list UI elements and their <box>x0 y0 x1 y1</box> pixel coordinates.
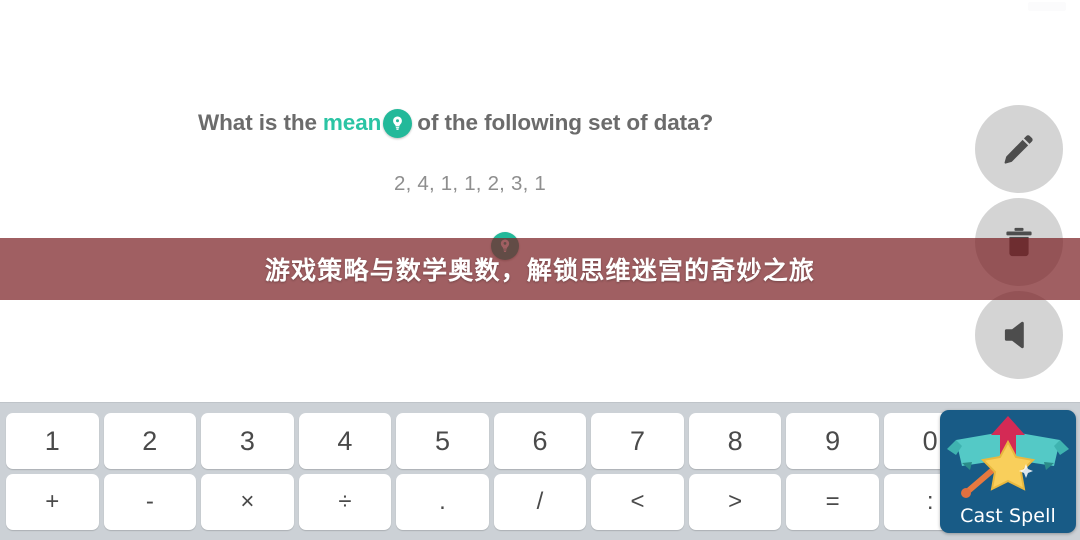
question-data-values: 2, 4, 1, 1, 2, 3, 1 <box>394 172 546 195</box>
key-9[interactable]: 9 <box>786 413 879 469</box>
sound-button[interactable] <box>975 291 1063 379</box>
edit-button[interactable] <box>975 105 1063 193</box>
key-3[interactable]: 3 <box>201 413 294 469</box>
cast-spell-button[interactable]: Cast Spell <box>940 410 1076 533</box>
key-7[interactable]: 7 <box>591 413 684 469</box>
speaker-icon <box>1001 317 1037 353</box>
key-multiply[interactable]: × <box>201 474 294 530</box>
key-2[interactable]: 2 <box>103 413 197 469</box>
question-suffix: of the following set of data? <box>417 109 714 135</box>
promo-banner: 游戏策略与数学奥数，解锁思维迷宫的奇妙之旅 <box>0 238 1080 300</box>
key-minus[interactable]: - <box>103 474 197 530</box>
question-prefix: What is the <box>198 109 317 135</box>
key-slash[interactable]: / <box>493 474 587 530</box>
question-keyword: mean <box>322 109 382 135</box>
lightbulb-icon[interactable] <box>383 109 413 138</box>
keyboard-grid: 1 2 3 4 5 6 7 8 9 0 + - × ÷ . / < > =: <box>6 413 1075 530</box>
cast-spell-label: Cast Spell <box>960 505 1056 527</box>
keyboard-row-numbers: 1 2 3 4 5 6 7 8 9 0 <box>6 413 1075 469</box>
question-area: What is the mean of the following set of… <box>0 0 940 400</box>
keyboard-row-operators: + - × ÷ . / < > = : SPACE <box>6 474 1075 530</box>
key-5[interactable]: 5 <box>396 413 489 469</box>
question-prompt: What is the mean of the following set of… <box>198 108 714 138</box>
key-decimal[interactable]: . <box>396 474 489 530</box>
key-1[interactable]: 1 <box>6 413 99 469</box>
key-greater-than[interactable]: > <box>688 474 782 530</box>
promo-banner-text: 游戏策略与数学奥数，解锁思维迷宫的奇妙之旅 <box>264 256 816 285</box>
key-6[interactable]: 6 <box>493 413 587 469</box>
key-plus[interactable]: + <box>6 474 99 530</box>
key-divide[interactable]: ÷ <box>298 474 392 530</box>
magic-wand-icon <box>940 410 1076 502</box>
numeric-keyboard: 1 2 3 4 5 6 7 8 9 0 + - × ÷ . / < > =: <box>0 402 1080 540</box>
key-equals[interactable]: = <box>786 474 879 530</box>
top-right-artifact <box>1028 2 1066 11</box>
key-8[interactable]: 8 <box>688 413 782 469</box>
pencil-icon <box>1001 131 1037 167</box>
key-less-than[interactable]: < <box>591 474 684 530</box>
key-4[interactable]: 4 <box>298 413 392 469</box>
app-screen: What is the mean of the following set of… <box>0 0 1080 540</box>
